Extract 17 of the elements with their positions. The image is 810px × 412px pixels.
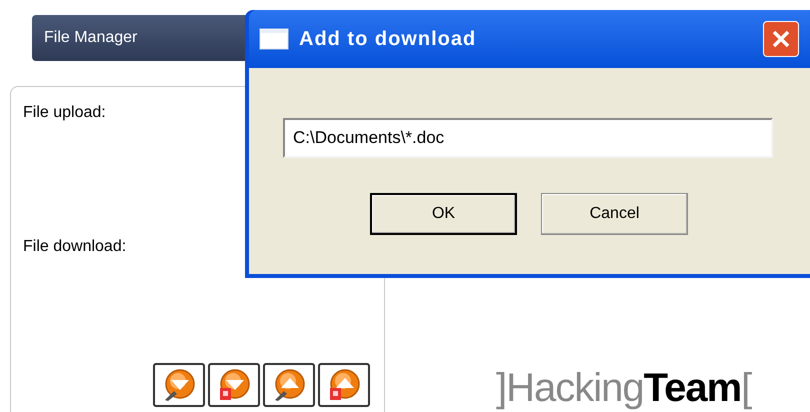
dialog-button[interactable]: OK	[370, 193, 517, 235]
logo: ]HackingTeam[	[496, 365, 752, 412]
tool-button[interactable]	[208, 363, 260, 407]
window-icon	[259, 28, 289, 50]
tool-button[interactable]	[263, 363, 315, 407]
header-title: File Manager	[44, 28, 138, 48]
download-label: File download:	[23, 237, 128, 257]
dialog-button[interactable]: Cancel	[541, 193, 688, 235]
up-arrow-file-icon	[327, 368, 361, 402]
dialog-title: Add to download	[299, 27, 476, 52]
close-button[interactable]	[763, 21, 799, 57]
down-arrow-file-icon	[217, 368, 251, 402]
path-field[interactable]: C:\Documents\*.doc	[283, 118, 773, 158]
tool-button[interactable]	[153, 363, 205, 407]
tool-button[interactable]	[318, 363, 370, 407]
close-icon	[771, 29, 791, 49]
upload-label: File upload:	[23, 103, 107, 123]
